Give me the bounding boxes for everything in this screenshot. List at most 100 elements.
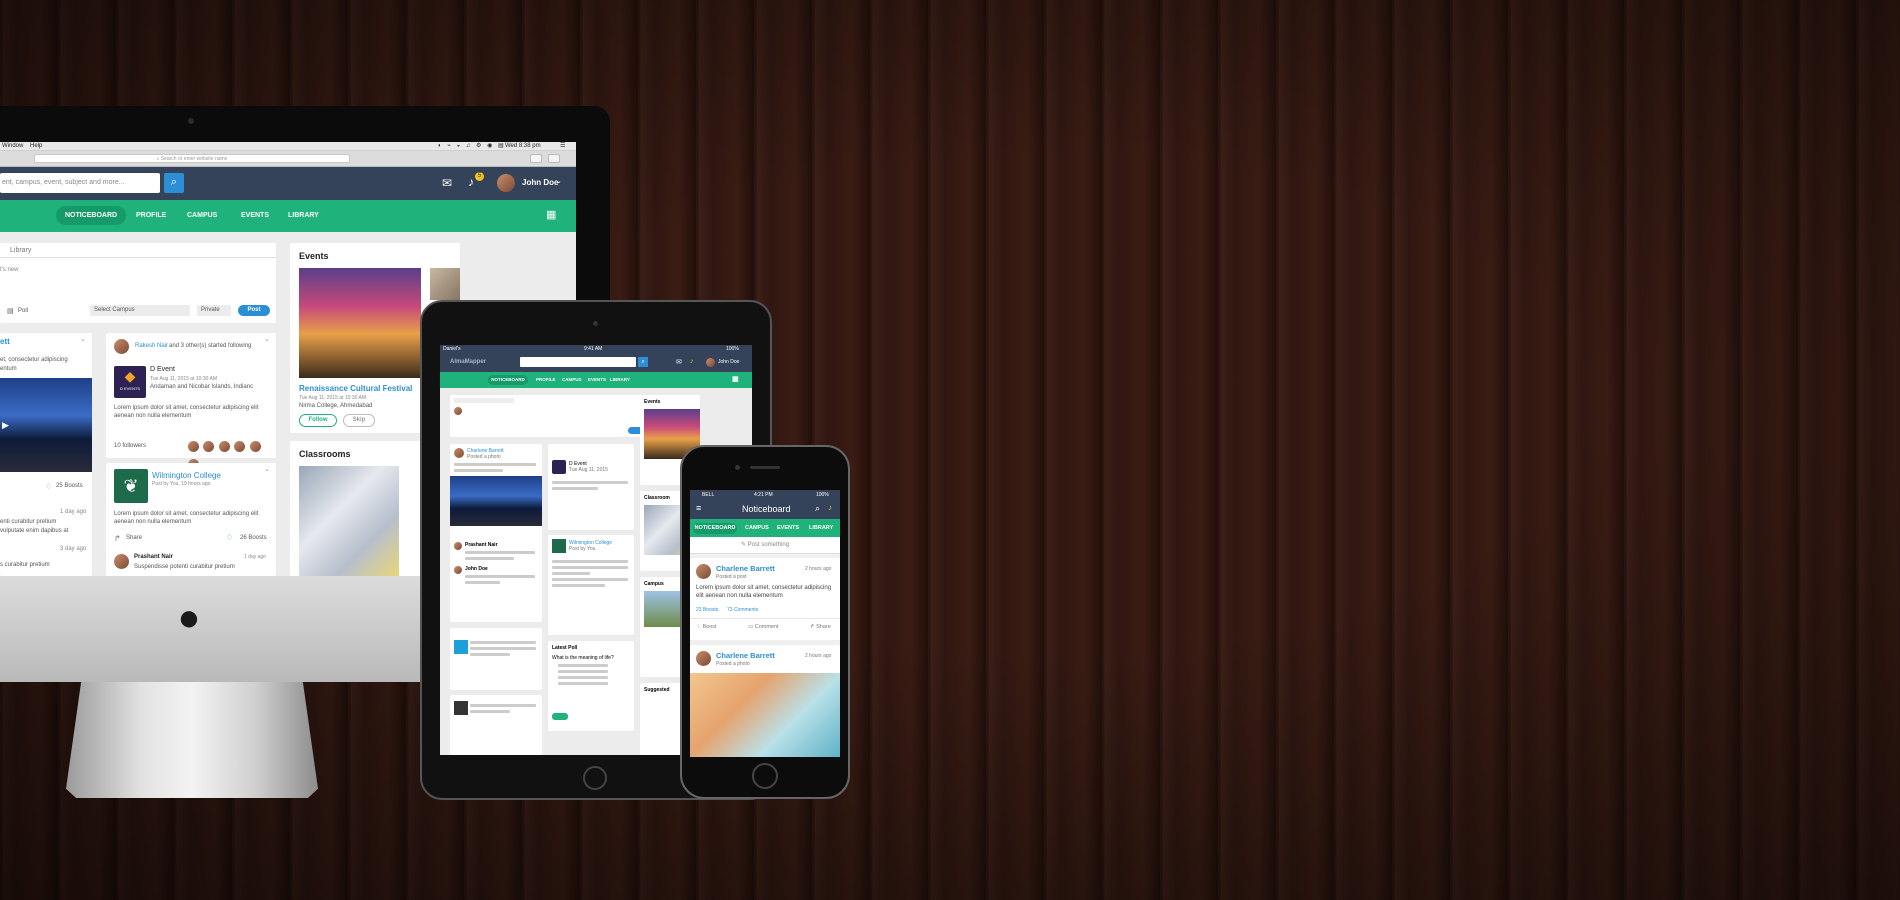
avatar[interactable] bbox=[203, 441, 215, 452]
boost-icon[interactable]: ♢ bbox=[45, 482, 52, 491]
iphone-home-button[interactable] bbox=[752, 763, 778, 789]
festival-photo[interactable] bbox=[299, 268, 421, 378]
ipad-nav-profile[interactable]: PROFILE bbox=[536, 377, 556, 382]
notification-bell-icon[interactable]: ♪ bbox=[828, 503, 832, 512]
poll-icon[interactable]: ▤ bbox=[7, 307, 14, 315]
search-icon[interactable]: ⌕ bbox=[815, 503, 820, 514]
ipad-composer bbox=[450, 395, 650, 437]
rakesh-avatar[interactable] bbox=[114, 339, 129, 354]
d-event-logo[interactable] bbox=[552, 460, 566, 474]
nav-noticeboard[interactable]: NOTICEBOARD bbox=[56, 206, 126, 225]
user-name[interactable]: John Doe bbox=[522, 178, 558, 187]
share-icon[interactable] bbox=[530, 154, 542, 163]
nav-campus[interactable]: CAMPUS bbox=[187, 212, 217, 219]
iphone-app-header: ≡ Noticeboard ⌕ ♪ bbox=[690, 499, 840, 519]
search-button[interactable]: ⌕ bbox=[164, 173, 184, 193]
conference-photo[interactable] bbox=[0, 378, 92, 472]
notification-bell-icon[interactable]: ♪ bbox=[690, 358, 694, 365]
mail-icon[interactable]: ✉ bbox=[442, 176, 452, 190]
calendar-icon[interactable]: ▦ bbox=[546, 208, 556, 221]
skip-button[interactable]: Skip bbox=[343, 414, 375, 427]
poll-options[interactable] bbox=[558, 661, 608, 688]
next-event-photo[interactable] bbox=[430, 268, 460, 300]
chevron-down-icon[interactable]: ⌄ bbox=[264, 465, 270, 473]
chevron-down-icon[interactable]: ⌄ bbox=[556, 177, 562, 185]
club-logo[interactable] bbox=[454, 701, 468, 715]
iphone-nav-library[interactable]: LIBRARY bbox=[809, 525, 833, 531]
author-avatar[interactable] bbox=[696, 564, 711, 579]
follow-button[interactable]: Follow bbox=[299, 414, 337, 427]
conference-photo[interactable] bbox=[450, 476, 542, 526]
avatar[interactable] bbox=[249, 441, 261, 452]
ipad-user-name[interactable]: John Doe bbox=[718, 359, 739, 365]
ipad-search-input[interactable] bbox=[520, 357, 636, 367]
comment-action[interactable]: ▭ Comment bbox=[748, 624, 779, 630]
post-boosts[interactable]: 23 Boosts bbox=[696, 607, 718, 613]
ipad-nav-noticeboard[interactable]: NOTICEBOARD bbox=[488, 375, 528, 385]
ipad-home-button[interactable] bbox=[583, 766, 607, 790]
play-icon[interactable]: ▶ bbox=[2, 420, 9, 431]
chevron-down-icon[interactable]: ⌄ bbox=[80, 335, 86, 343]
college-logo[interactable] bbox=[454, 640, 468, 654]
post-comments[interactable]: 73 Comments bbox=[727, 607, 758, 613]
college-logo[interactable]: ❦ bbox=[114, 469, 148, 503]
avatar[interactable] bbox=[454, 448, 464, 458]
ipad-nav-events[interactable]: EVENTS bbox=[588, 377, 606, 382]
iphone-nav-campus[interactable]: CAMPUS bbox=[745, 525, 769, 531]
composer-tab-library[interactable]: Library bbox=[10, 247, 31, 254]
left-post-title[interactable]: ett bbox=[0, 337, 10, 346]
nav-events[interactable]: EVENTS bbox=[241, 212, 269, 219]
author-avatar[interactable] bbox=[696, 651, 711, 666]
college-logo[interactable] bbox=[552, 539, 566, 553]
vote-button[interactable] bbox=[552, 713, 568, 720]
ipad-nav-campus[interactable]: CAMPUS bbox=[562, 377, 582, 382]
d-event-logo[interactable]: ◆ D EVENTS bbox=[114, 366, 146, 398]
iphone-nav-events[interactable]: EVENTS bbox=[777, 525, 799, 531]
iphone-nav-noticeboard[interactable]: NOTICEBOARD bbox=[693, 523, 737, 534]
avatar[interactable] bbox=[218, 441, 230, 452]
avatar[interactable] bbox=[454, 542, 462, 550]
ipad-search-button[interactable]: ⌕ bbox=[638, 357, 648, 367]
event-name[interactable]: D Event bbox=[150, 366, 175, 373]
share-action[interactable]: ↱ Share bbox=[810, 624, 831, 630]
calculator-photo[interactable] bbox=[299, 466, 399, 576]
search-input[interactable]: ent, campus, event, subject and more... bbox=[0, 173, 160, 193]
poll-label[interactable]: Poll bbox=[18, 308, 28, 314]
event-title[interactable]: Renaissance Cultural Festival bbox=[299, 384, 412, 393]
composer-prompt[interactable]: t's new bbox=[0, 267, 19, 273]
ipad-brand-logo[interactable]: AlmaMapper bbox=[450, 359, 486, 365]
ipad-nav-library[interactable]: LIBRARY bbox=[610, 377, 630, 382]
notification-bell-icon[interactable]: ♪ bbox=[468, 175, 474, 189]
ipad-user-avatar[interactable] bbox=[706, 358, 715, 367]
avatar[interactable] bbox=[188, 441, 199, 452]
commenter-name[interactable]: Prashant Nair bbox=[134, 554, 173, 560]
hamburger-menu-icon[interactable]: ≡ bbox=[696, 503, 701, 513]
commenter-avatar[interactable] bbox=[114, 554, 129, 569]
post-author[interactable]: Charlene Barrett bbox=[716, 564, 775, 573]
post-button[interactable]: Post bbox=[238, 305, 270, 316]
tabs-icon[interactable] bbox=[548, 154, 560, 163]
privacy-select[interactable]: Private bbox=[197, 305, 231, 316]
campus-select[interactable]: Select Campus bbox=[90, 305, 190, 316]
post-author[interactable]: Charlene Barrett bbox=[716, 651, 775, 660]
post-something-bar[interactable]: ✎ Post something bbox=[690, 537, 840, 554]
address-bar[interactable]: ⌕ Search or enter website name bbox=[34, 154, 350, 163]
share-label[interactable]: Share bbox=[126, 535, 142, 541]
mail-icon[interactable]: ✉ bbox=[676, 358, 682, 366]
college-name[interactable]: Wilmington College bbox=[152, 471, 221, 480]
chevron-down-icon[interactable]: ⌄ bbox=[264, 335, 270, 343]
share-arrow-icon[interactable]: ↱ bbox=[114, 534, 121, 543]
menu-item-help[interactable]: Help bbox=[30, 143, 42, 149]
avatar[interactable] bbox=[234, 441, 246, 452]
user-avatar[interactable] bbox=[497, 174, 515, 192]
boost-icon[interactable]: ♢ bbox=[226, 533, 233, 542]
boost-action[interactable]: ♢ Boost bbox=[696, 624, 717, 630]
nav-library[interactable]: LIBRARY bbox=[288, 212, 319, 219]
avatar[interactable] bbox=[454, 566, 462, 574]
friends-photo[interactable] bbox=[690, 673, 840, 757]
nav-profile[interactable]: PROFILE bbox=[136, 212, 166, 219]
calendar-icon[interactable]: ▦ bbox=[732, 375, 739, 383]
menu-list-icon[interactable]: ☰ bbox=[560, 142, 565, 149]
follower-name[interactable]: Rakesh Nair bbox=[135, 343, 168, 349]
menu-item-window[interactable]: Window bbox=[2, 143, 23, 149]
